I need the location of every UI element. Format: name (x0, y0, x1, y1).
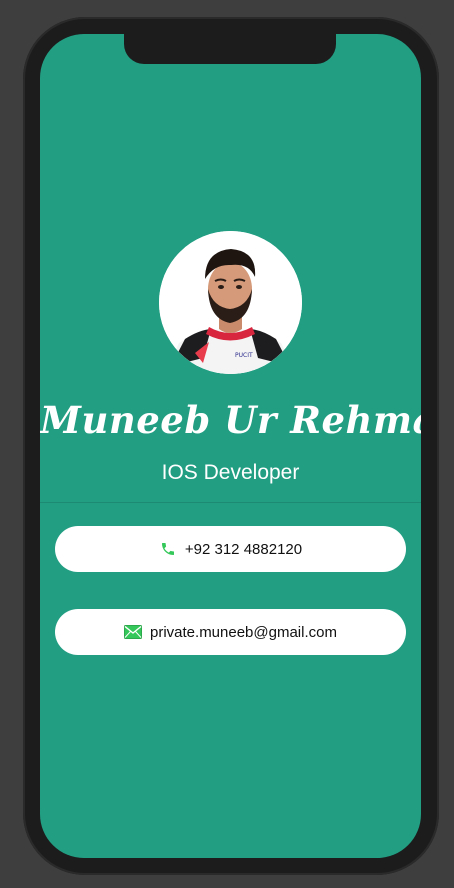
divider (40, 502, 421, 503)
envelope-icon (124, 623, 142, 641)
phone-number: +92 312 4882120 (184, 540, 303, 558)
email-address: private.muneeb@gmail.com (150, 623, 337, 641)
svg-text:PUCIT: PUCIT (235, 352, 253, 359)
app-screen: PUCIT Muneeb Ur Rehman IOS Developer (40, 34, 421, 858)
avatar: PUCIT (159, 231, 302, 374)
phone-icon (159, 540, 177, 558)
email-card[interactable]: private.muneeb@gmail.com (55, 609, 406, 655)
phone-card[interactable]: +92 312 4882120 (55, 526, 406, 572)
profile-title: IOS Developer (161, 461, 300, 484)
profile-name: Muneeb Ur Rehman (40, 398, 421, 442)
device-stage: PUCIT Muneeb Ur Rehman IOS Developer (0, 0, 454, 888)
notch (124, 34, 336, 64)
